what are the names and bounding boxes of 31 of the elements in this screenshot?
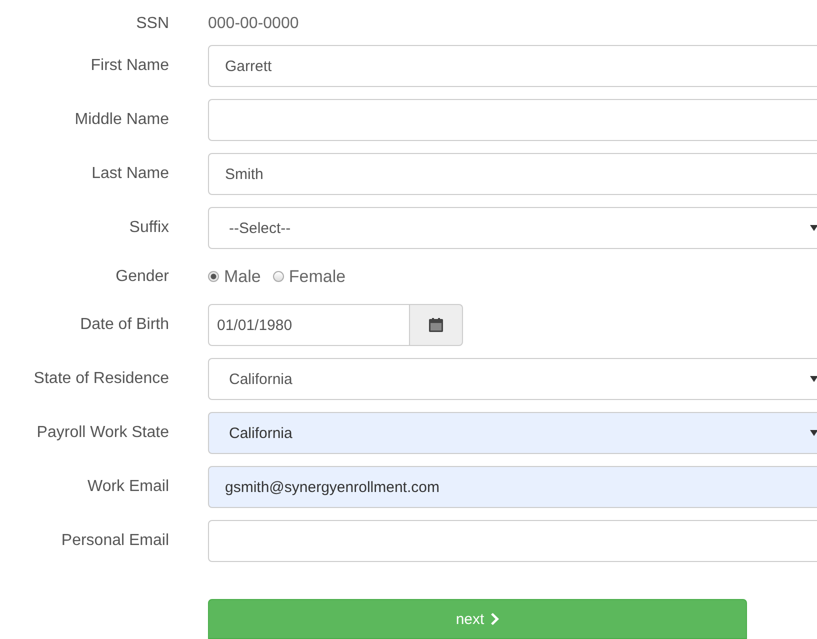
select-field[interactable]: California [208,358,817,400]
input-field[interactable] [208,99,817,142]
field-label: First Name [90,57,169,76]
field-label: Payroll Work State [36,424,169,442]
calendar-icon [429,318,443,332]
field-label: Work Email [86,478,169,496]
input-field[interactable] [208,520,817,562]
calendar-button[interactable] [410,304,463,346]
radio-button[interactable] [208,271,219,282]
field-label: Personal Email [60,532,169,550]
field-label: State of Residence [32,370,169,388]
input-field[interactable]: Garrett [208,45,817,88]
radio-option[interactable]: Male [208,266,261,287]
caret-icon [810,225,817,232]
field-label: Middle Name [74,111,169,130]
caret-icon [810,430,817,436]
field-label: Gender [114,268,169,286]
input-field[interactable]: Smith [208,153,817,196]
select-field[interactable]: California [208,412,817,454]
radio-option[interactable]: Female [272,266,346,287]
field-label: Suffix [128,219,169,238]
ssn-value: 000-00-0000 [208,15,300,34]
select-field[interactable]: --Select-- [208,207,817,250]
field-label: Last Name [90,165,169,184]
caret-icon [810,376,817,382]
input-field[interactable]: gsmith@synergyenrollment.com [208,466,817,508]
field-label: SSN [135,15,169,34]
date-field[interactable]: 01/01/1980 [208,304,410,346]
chevron-right-icon [490,613,500,625]
radio-button[interactable] [272,271,284,282]
field-label: Date of Birth [79,316,169,334]
